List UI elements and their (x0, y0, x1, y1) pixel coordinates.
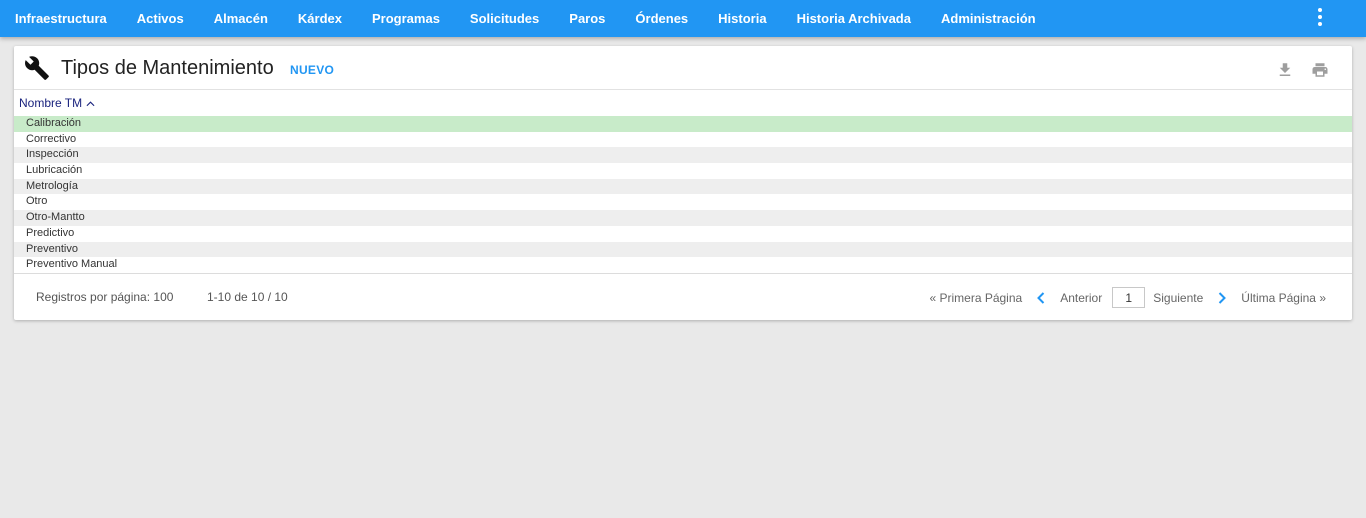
chevron-left-icon[interactable] (1036, 291, 1046, 304)
page-number-input[interactable] (1112, 287, 1146, 308)
maintenance-types-card: Tipos de Mantenimiento NUEVO Nombre TM C… (14, 46, 1352, 320)
print-icon[interactable] (1310, 61, 1330, 79)
column-header-label: Nombre TM (19, 96, 83, 110)
column-header-nombre-tm[interactable]: Nombre TM (19, 96, 95, 110)
download-icon[interactable] (1276, 61, 1294, 79)
wrench-icon (25, 56, 49, 80)
table-row[interactable]: Metrología (14, 178, 1352, 195)
previous-page-link[interactable]: Anterior (1060, 291, 1102, 305)
pagination-footer: Registros por página: 100 1-10 de 10 / 1… (14, 274, 1352, 320)
records-per-page[interactable]: Registros por página: 100 (36, 290, 173, 304)
more-vert-icon[interactable] (1312, 7, 1328, 27)
nav-item-infraestructura[interactable]: Infraestructura (0, 0, 122, 37)
page-title: Tipos de Mantenimiento (61, 57, 274, 79)
table-row[interactable]: Otro (14, 194, 1352, 211)
table-row[interactable]: Calibración (14, 116, 1352, 132)
nav-item-paros[interactable]: Paros (554, 0, 620, 37)
chevron-right-icon[interactable] (1217, 291, 1227, 304)
card-header: Tipos de Mantenimiento NUEVO (14, 46, 1352, 90)
table-row[interactable]: Predictivo (14, 225, 1352, 242)
next-page-link[interactable]: Siguiente (1153, 291, 1203, 305)
table-row[interactable]: Preventivo Manual (14, 257, 1352, 273)
nav-item-historia-archivada[interactable]: Historia Archivada (782, 0, 926, 37)
table-row[interactable]: Inspección (14, 147, 1352, 164)
table-body: Calibración Correctivo Inspección Lubric… (14, 116, 1352, 273)
records-range: 1-10 de 10 / 10 (207, 290, 288, 304)
table-row[interactable]: Otro-Mantto (14, 210, 1352, 226)
nav-item-activos[interactable]: Activos (122, 0, 199, 37)
nav-item-kardex[interactable]: Kárdex (283, 0, 357, 37)
sort-ascending-icon (86, 100, 95, 106)
nav-item-almacen[interactable]: Almacén (199, 0, 283, 37)
table-row[interactable]: Lubricación (14, 163, 1352, 179)
first-page-link[interactable]: « Primera Página (929, 291, 1022, 305)
nav-item-administracion[interactable]: Administración (926, 0, 1051, 37)
nav-item-historia[interactable]: Historia (703, 0, 781, 37)
last-page-link[interactable]: Última Página » (1241, 291, 1326, 305)
top-nav-bar: Infraestructura Activos Almacén Kárdex P… (0, 0, 1366, 37)
new-button[interactable]: NUEVO (290, 63, 334, 77)
nav-item-solicitudes[interactable]: Solicitudes (455, 0, 554, 37)
pager: « Primera Página Anterior Siguiente Últi… (929, 287, 1326, 308)
nav-item-programas[interactable]: Programas (357, 0, 455, 37)
nav-item-ordenes[interactable]: Órdenes (620, 0, 703, 37)
table-row[interactable]: Correctivo (14, 131, 1352, 148)
main-nav: Infraestructura Activos Almacén Kárdex P… (0, 0, 1051, 37)
table-row[interactable]: Preventivo (14, 241, 1352, 258)
